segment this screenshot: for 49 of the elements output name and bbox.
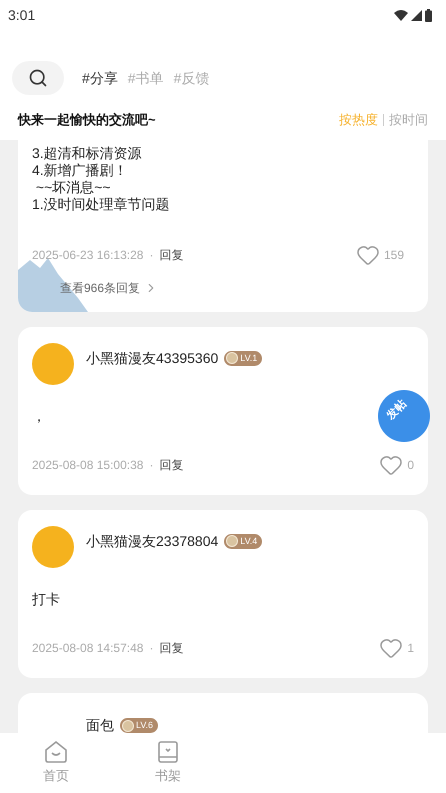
topic-tab[interactable]: #分享 xyxy=(82,68,118,88)
user-name: 面包 xyxy=(86,716,114,733)
medal-icon xyxy=(226,535,238,547)
post-text-line: 3.超清和标清资源 xyxy=(32,145,143,162)
level-badge: LV.4 xyxy=(224,534,262,548)
reply-link[interactable]: 回复 xyxy=(159,246,184,264)
user-name: 小黑猫漫友43395360 xyxy=(86,348,218,368)
topic-tab[interactable]: #书单 xyxy=(128,68,164,88)
post-date: 2025-08-08 14:57:48 xyxy=(32,640,144,657)
home-icon xyxy=(44,740,68,764)
post-text-line: ~~坏消息~~ xyxy=(34,179,112,196)
post-text-line: 4.新增广播剧！ xyxy=(32,162,129,179)
sort-option[interactable]: 按时间 xyxy=(389,110,428,130)
wifi-icon xyxy=(394,10,408,20)
like-icon[interactable] xyxy=(379,636,404,660)
sort-option[interactable]: 按热度 xyxy=(339,110,378,130)
post-text: 打卡 xyxy=(32,591,60,607)
view-replies-link[interactable]: 查看966条回复 xyxy=(60,279,158,297)
medal-icon xyxy=(226,352,238,364)
post-date: 2025-08-08 15:00:38 xyxy=(32,457,144,474)
nav-tab[interactable]: 书架 xyxy=(112,740,224,786)
post-text-line: 1.没时间处理章节问题 xyxy=(32,196,171,213)
post-text: ， xyxy=(32,408,46,424)
separator-dot: · xyxy=(149,640,154,657)
search-button[interactable] xyxy=(12,61,64,95)
topic-tab[interactable]: #反馈 xyxy=(174,68,210,88)
bookshelf-icon xyxy=(156,740,180,764)
separator-dot: · xyxy=(149,457,154,474)
level-badge: LV.1 xyxy=(224,350,262,366)
nav-tab[interactable]: 首页 xyxy=(0,740,112,786)
reply-link[interactable]: 回复 xyxy=(159,456,184,474)
avatar xyxy=(32,526,74,568)
search-icon xyxy=(28,68,48,88)
like-icon[interactable] xyxy=(379,453,404,477)
level-badge: LV.6 xyxy=(120,718,158,733)
signal-icon xyxy=(411,10,422,20)
section-title: 快来一起愉快的交流吧~ xyxy=(18,111,156,130)
medal-icon xyxy=(122,720,134,732)
separator-dot: · xyxy=(149,247,154,264)
like-count: 159 xyxy=(384,247,404,264)
like-count: 1 xyxy=(407,640,414,657)
user-name: 小黑猫漫友23378804 xyxy=(86,532,218,550)
like-icon[interactable] xyxy=(356,243,380,267)
reply-link[interactable]: 回复 xyxy=(159,639,184,657)
post-date: 2025-06-23 16:13:28 xyxy=(32,247,144,264)
status-time: 3:01 xyxy=(8,6,36,24)
avatar xyxy=(32,343,74,385)
like-count: 0 xyxy=(407,457,414,474)
battery-icon xyxy=(425,8,432,22)
